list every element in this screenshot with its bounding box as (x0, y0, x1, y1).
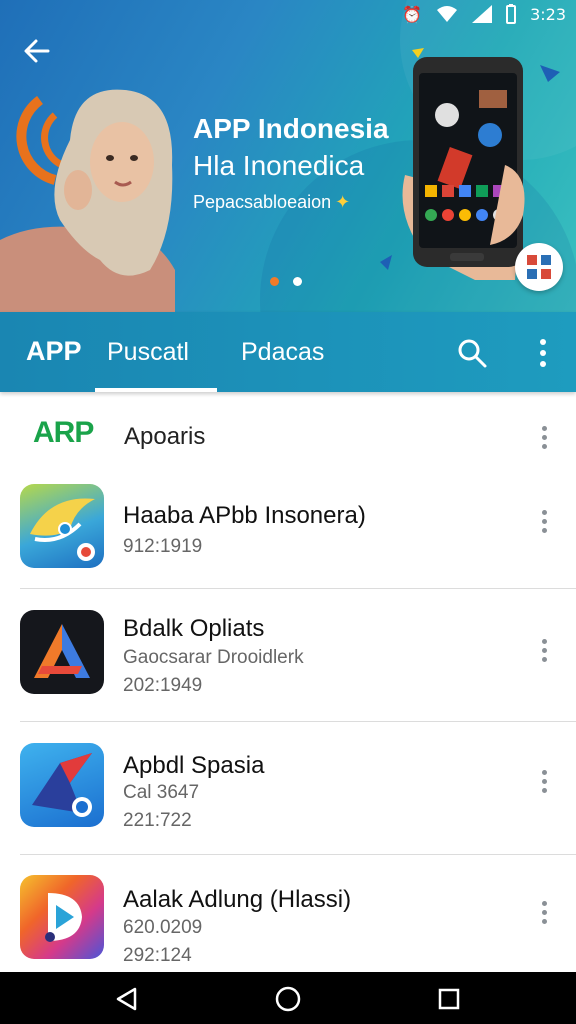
ninja-star-app-icon (20, 743, 104, 827)
tab-bar: APP Puscatl Pdacas (0, 312, 576, 392)
app-meta: 221:722 (123, 810, 192, 831)
search-icon[interactable] (455, 336, 489, 370)
section-more-icon[interactable] (531, 420, 557, 454)
app-developer: 620.0209 (123, 917, 203, 938)
floating-app-button[interactable] (515, 243, 563, 291)
app-developer: Gaocsarar Drooidlerk (123, 647, 304, 668)
nav-back-icon[interactable] (110, 982, 144, 1016)
app-title: Aalak Adlung (Hlassi) (123, 886, 352, 913)
app-logo: ARP (33, 416, 94, 449)
app-brand: APP (26, 336, 82, 366)
item-more-icon[interactable] (531, 895, 557, 929)
carousel-indicator[interactable] (270, 277, 302, 286)
app-meta: 912:1919 (123, 536, 203, 557)
hero-title: APP Indonesia (193, 113, 389, 144)
app-meta: 292:124 (123, 945, 192, 966)
hero-banner[interactable]: ⏰ 3:23 APP Indonesia Hla Inonedica Pepac… (0, 0, 576, 312)
overflow-menu-icon[interactable] (528, 334, 558, 372)
triangle-app-icon (20, 610, 104, 694)
app-title: Haaba APbb Insonera) (123, 502, 366, 529)
back-arrow-icon[interactable] (20, 34, 54, 68)
list-item[interactable]: Apbdl Spasia Cal 3647 221:722 (0, 722, 576, 854)
app-developer: Cal 3647 (123, 782, 200, 803)
item-more-icon[interactable] (531, 633, 557, 667)
sparkle-icon: ✦ (335, 192, 351, 212)
puzzle-icon (527, 255, 551, 279)
item-more-icon[interactable] (531, 764, 557, 798)
nav-home-icon[interactable] (271, 982, 305, 1016)
status-bar: ⏰ 3:23 (402, 0, 576, 28)
app-title: Bdalk Opliats (123, 615, 265, 642)
app-meta: 202:1949 (123, 675, 203, 696)
signal-icon (472, 5, 493, 23)
wifi-icon (437, 6, 458, 22)
woman-illustration (0, 89, 175, 312)
hero-tagline: Pepacsabloeaion ✦ (193, 192, 350, 213)
list-item[interactable]: Aalak Adlung (Hlassi) 620.0209 292:124 (0, 855, 576, 972)
tab-puscatl[interactable]: Puscatl (107, 338, 189, 367)
list-item[interactable]: Haaba APbb Insonera) 912:1919 (0, 480, 576, 588)
carousel-dot[interactable] (293, 277, 302, 286)
app-title: Apbdl Spasia (123, 752, 265, 779)
item-more-icon[interactable] (531, 504, 557, 538)
nav-recents-icon[interactable] (432, 982, 466, 1016)
alarm-icon: ⏰ (402, 4, 423, 24)
list-item[interactable]: Bdalk Opliats Gaocsarar Drooidlerk 202:1… (0, 589, 576, 721)
bird-app-icon (20, 484, 104, 568)
hero-tagline-text: Pepacsabloeaion (193, 192, 332, 212)
hero-subtitle: Hla Inonedica (193, 150, 365, 181)
system-nav-bar (0, 972, 576, 1024)
phone-illustration (402, 57, 525, 280)
battery-icon (506, 4, 517, 24)
carousel-dot-active[interactable] (270, 277, 279, 286)
play-app-icon (20, 875, 104, 959)
section-header: ARP Apoaris (0, 392, 576, 478)
section-title: Apoaris (124, 423, 206, 450)
tab-pdacas[interactable]: Pdacas (241, 338, 324, 367)
status-time: 3:23 (530, 4, 566, 24)
